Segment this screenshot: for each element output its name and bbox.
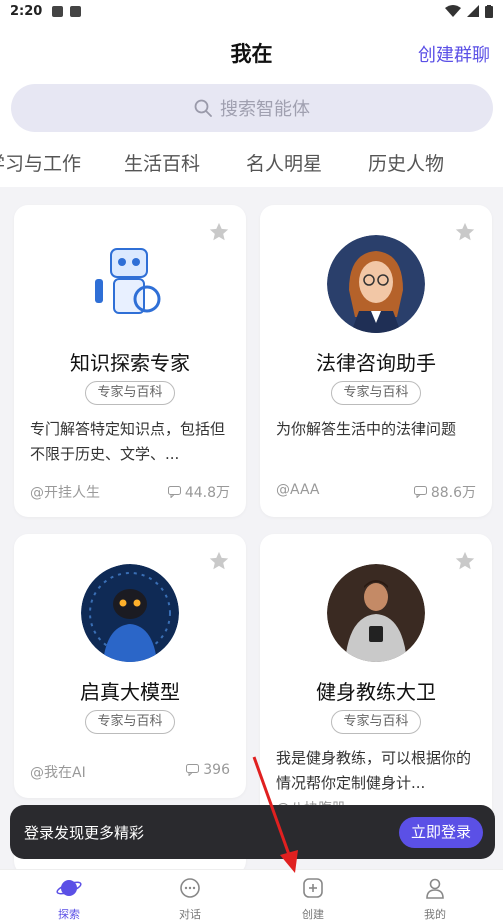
- agent-name: 知识探索专家: [70, 351, 190, 375]
- lawyer-avatar: [327, 235, 425, 333]
- ai-robot-avatar: [81, 564, 179, 662]
- nav-create[interactable]: 创建: [273, 876, 353, 921]
- app-header: 我在 创建群聊: [0, 22, 503, 82]
- chat-count: 88.6万: [413, 482, 476, 502]
- nav-label: 探索: [58, 908, 80, 921]
- battery-icon: [485, 4, 493, 18]
- wifi-icon: [445, 5, 461, 17]
- chat-icon: [180, 878, 200, 898]
- status-bar: 2:20: [0, 0, 503, 22]
- nav-label: 我的: [424, 908, 446, 921]
- star-icon[interactable]: [454, 221, 476, 243]
- robot-avatar: [81, 235, 179, 333]
- login-button[interactable]: 立即登录: [399, 817, 483, 848]
- nav-explore[interactable]: 探索: [29, 876, 109, 921]
- chat-bubble-icon: [413, 486, 427, 498]
- search-placeholder: 搜索智能体: [220, 99, 310, 120]
- agent-tag: 专家与百科: [85, 381, 175, 405]
- search-input[interactable]: 搜索智能体: [11, 84, 493, 132]
- create-group-button[interactable]: 创建群聊: [418, 41, 490, 67]
- search-icon: [194, 99, 212, 117]
- star-icon[interactable]: [208, 221, 230, 243]
- star-icon[interactable]: [454, 550, 476, 572]
- agent-tag: 专家与百科: [331, 381, 421, 405]
- star-icon[interactable]: [208, 550, 230, 572]
- person-icon: [426, 878, 444, 899]
- agent-author: @AAA: [276, 482, 320, 498]
- agent-description: 专门解答特定知识点，包括但不限于历史、文学、...: [30, 420, 226, 463]
- chat-count-value: 396: [203, 762, 230, 778]
- tab-celebrities[interactable]: 名人明星: [246, 149, 322, 176]
- agent-tag: 专家与百科: [331, 710, 421, 734]
- nav-label: 创建: [302, 908, 324, 921]
- agent-card[interactable]: 法律咨询助手 专家与百科 为你解答生活中的法律问题 @AAA 88.6万: [260, 205, 492, 517]
- fitness-coach-avatar: [327, 564, 425, 662]
- agent-author: @我在AI: [30, 765, 86, 781]
- agent-tag: 专家与百科: [85, 710, 175, 734]
- agent-name: 法律咨询助手: [316, 351, 436, 375]
- chat-bubble-icon: [186, 764, 200, 776]
- planet-icon: [56, 880, 82, 896]
- gallery-icon: [52, 5, 64, 17]
- search-area: 搜索智能体: [0, 82, 503, 137]
- login-prompt-toast: 登录发现更多精彩 立即登录: [10, 805, 495, 859]
- notification-icon: [70, 5, 82, 17]
- agent-description: 我是健身教练，可以根据你的情况帮你定制健身计...: [276, 749, 472, 792]
- plus-square-icon: [303, 878, 323, 898]
- tab-life-encyclopedia[interactable]: 生活百科: [124, 149, 200, 176]
- chat-count-value: 44.8万: [184, 485, 230, 501]
- nav-chat[interactable]: 对话: [150, 876, 230, 921]
- tab-historical-figures[interactable]: 历史人物: [368, 149, 444, 176]
- tab-study-work[interactable]: 学习与工作: [0, 149, 81, 176]
- status-time: 2:20: [10, 3, 43, 19]
- bottom-nav: 探索 对话 创建 我的: [0, 869, 503, 921]
- chat-count: 396: [186, 762, 230, 778]
- chat-bubble-icon: [167, 486, 181, 498]
- agent-card[interactable]: 健身教练大卫 专家与百科 我是健身教练，可以根据你的情况帮你定制健身计... @…: [260, 534, 492, 824]
- agent-card[interactable]: 启真大模型 专家与百科 @我在AI 396: [14, 534, 246, 798]
- chat-count-value: 88.6万: [430, 485, 476, 501]
- agent-name: 健身教练大卫: [316, 680, 436, 704]
- nav-label: 对话: [179, 908, 201, 921]
- agent-author: @开挂人生: [30, 485, 100, 501]
- agent-name: 启真大模型: [80, 680, 180, 704]
- agent-card[interactable]: 知识探索专家 专家与百科 专门解答特定知识点，包括但不限于历史、文学、... @…: [14, 205, 246, 517]
- agent-description: 为你解答生活中的法律问题: [276, 420, 457, 438]
- toast-message: 登录发现更多精彩: [24, 824, 145, 842]
- nav-profile[interactable]: 我的: [395, 876, 475, 921]
- signal-icon: [467, 5, 479, 17]
- chat-count: 44.8万: [167, 482, 230, 502]
- category-tabs: 学习与工作 生活百科 名人明星 历史人物: [0, 137, 503, 187]
